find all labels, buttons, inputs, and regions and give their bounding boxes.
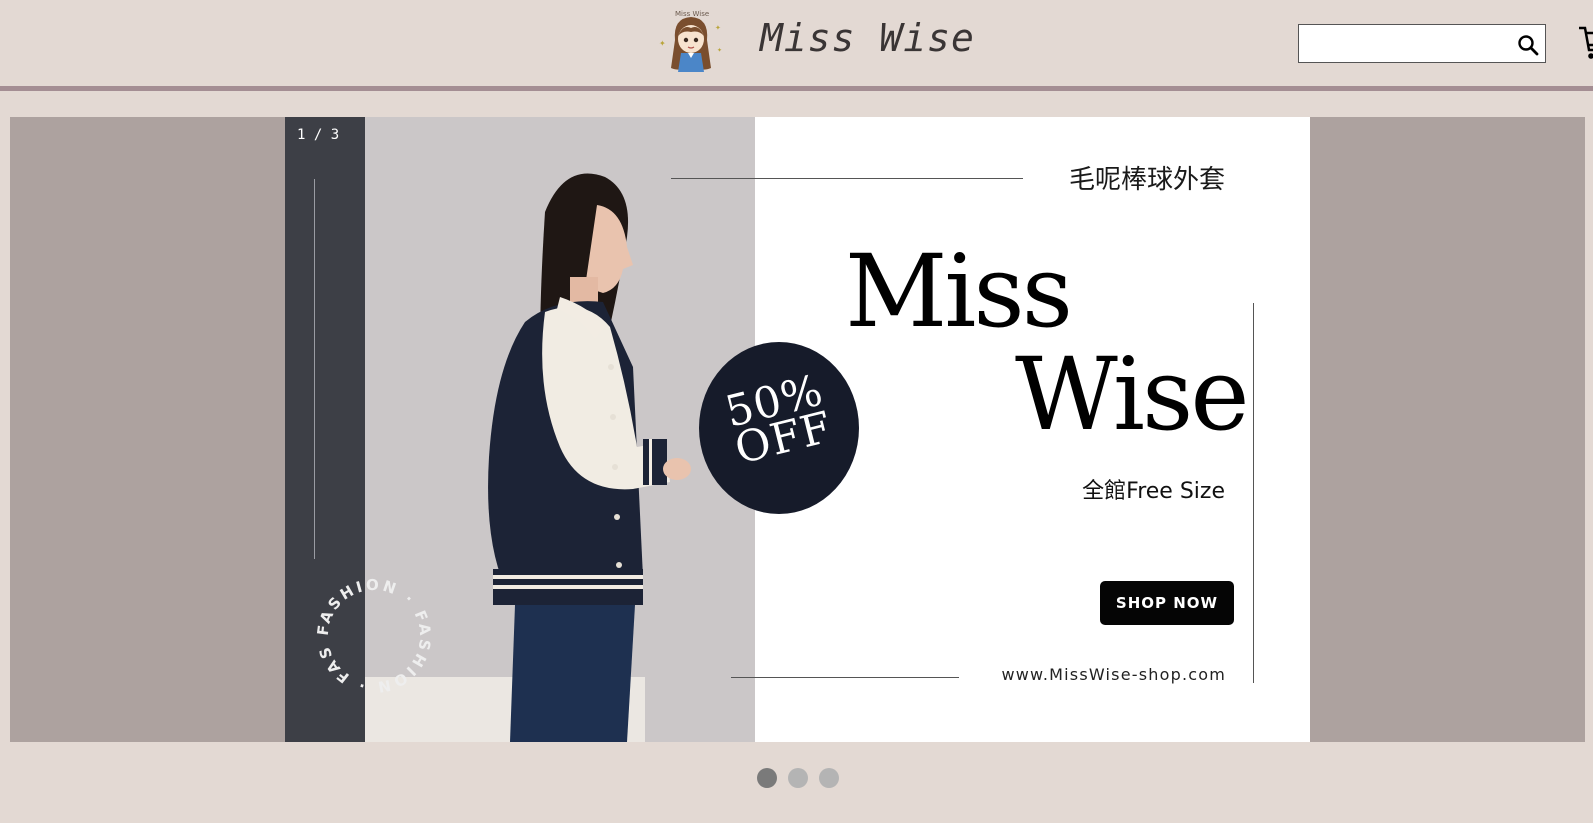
- brand-title[interactable]: Miss Wise: [760, 16, 975, 60]
- product-name: 毛呢棒球外套: [1068, 165, 1225, 195]
- decor-line-top: [671, 178, 1023, 179]
- carousel-slide[interactable]: 1 / 3 FASHION · FASHION · FAS 毛呢棒球外套 Mis…: [285, 117, 1310, 742]
- cart-icon[interactable]: [1577, 22, 1593, 62]
- slide-brand-line-2: Wise: [1015, 336, 1250, 453]
- size-note: 全館Free Size: [1082, 479, 1225, 504]
- header-divider: [0, 86, 1593, 91]
- carousel-dot-3[interactable]: [819, 768, 839, 788]
- discount-badge: 50% OFF: [699, 342, 859, 514]
- carousel-dot-2[interactable]: [788, 768, 808, 788]
- shop-now-button[interactable]: SHOP NOW: [1100, 581, 1234, 625]
- website-url: www.MissWise-shop.com: [1001, 665, 1226, 684]
- slide-counter: 1 / 3: [297, 127, 340, 143]
- decor-line-right: [1253, 303, 1254, 683]
- svg-text:✦: ✦: [715, 24, 721, 32]
- logo-avatar-icon[interactable]: Miss Wise ✦ ✦ ✦: [655, 6, 727, 76]
- carousel-dot-1[interactable]: [757, 768, 777, 788]
- strip-divider: [314, 179, 315, 559]
- svg-text:✦: ✦: [659, 39, 666, 48]
- svg-text:✦: ✦: [717, 47, 722, 54]
- hero-carousel[interactable]: 1 / 3 FASHION · FASHION · FAS 毛呢棒球外套 Mis…: [10, 117, 1585, 742]
- svg-text:FASHION · FASHION · FASHION ·: FASHION · FASHION · FASHION ·: [310, 572, 434, 696]
- site-header: Miss Wise ✦ ✦ ✦ Miss Wise: [0, 0, 1593, 86]
- search-icon[interactable]: [1517, 34, 1539, 56]
- search-input[interactable]: [1305, 25, 1514, 63]
- logo-tiny-text: Miss Wise: [675, 10, 709, 18]
- fashion-ring-text: FASHION · FASHION · FASHION ·: [310, 572, 434, 696]
- slide-brand-line-1: Miss: [845, 233, 1073, 350]
- decor-line-bottom: [731, 677, 959, 678]
- search-box: [1298, 24, 1546, 63]
